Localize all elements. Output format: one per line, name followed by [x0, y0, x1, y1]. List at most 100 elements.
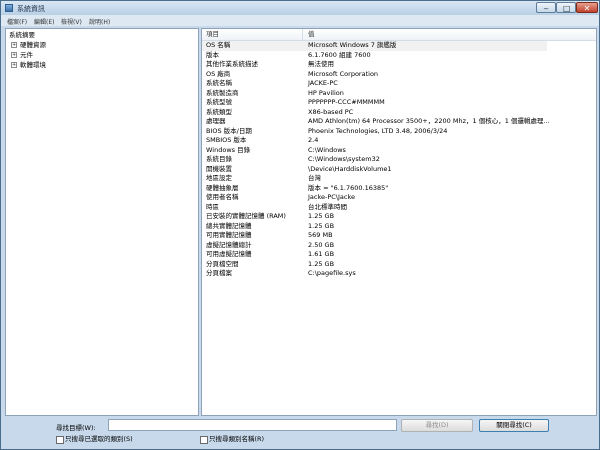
row-item-cell: 分頁檔案: [206, 269, 232, 277]
checkbox-box[interactable]: [200, 436, 208, 444]
table-row[interactable]: SMBIOS 版本 2.4: [202, 136, 596, 146]
table-row[interactable]: Windows 目錄 C:\Windows: [202, 146, 596, 156]
table-row[interactable]: 版本 6.1.7600 組建 7600: [202, 51, 596, 61]
table-row[interactable]: 系統目錄 C:\Windows\system32: [202, 155, 596, 165]
window-title: 系統資訊: [17, 5, 45, 13]
category-tree[interactable]: 系統摘要 + 硬體資源 + 元件 + 軟體環境: [5, 28, 199, 416]
table-row[interactable]: 系統型號 PPPPPPP-CCC#MMMMM: [202, 98, 596, 108]
table-row[interactable]: 總共實體記憶體 1.25 GB: [202, 222, 596, 232]
row-item-cell: 使用者名稱: [206, 193, 239, 201]
table-row[interactable]: 時區 台北標準時間: [202, 203, 596, 213]
close-find-button[interactable]: 關閉尋找(C): [479, 419, 549, 432]
row-item-cell: 版本: [206, 50, 219, 59]
row-item-cell: 系統目錄: [206, 155, 232, 163]
row-item-cell: 系統名稱: [206, 79, 232, 87]
checkbox-label: 只搜尋已選取的類別(S): [65, 435, 133, 443]
table-row[interactable]: 地區設定 台灣: [202, 174, 596, 184]
row-item-cell: 分頁檔空間: [206, 259, 239, 268]
table-row[interactable]: 分頁檔空間 1.25 GB: [202, 260, 596, 270]
column-header-item[interactable]: 項目: [206, 30, 219, 39]
row-value-cell: 1.25 GB: [308, 212, 335, 220]
tree-item-label: 軟體環境: [20, 61, 46, 69]
row-value-cell: 1.25 GB: [308, 259, 335, 268]
menu-help[interactable]: 說明(H): [89, 17, 110, 26]
menu-view[interactable]: 檢視(V): [61, 17, 82, 26]
row-item-cell: SMBIOS 版本: [206, 136, 247, 144]
row-value-cell: Microsoft Windows 7 旗艦版: [308, 41, 397, 49]
row-item-cell: 虛擬記憶體總計: [206, 240, 252, 249]
search-label: 尋找目標(W):: [56, 424, 96, 432]
close-button[interactable]: ✕: [576, 2, 598, 13]
row-value-cell: 1.61 GB: [308, 250, 335, 258]
table-header: 項目 值: [202, 29, 596, 41]
row-value-cell: C:\Windows\system32: [308, 155, 380, 163]
search-input[interactable]: [108, 419, 397, 431]
row-value-cell: Phoenix Technologies, LTD 3.48, 2006/3/2…: [308, 126, 448, 135]
checkbox-box[interactable]: [56, 436, 64, 444]
table-row[interactable]: 分頁檔案 C:\pagefile.sys: [202, 269, 596, 279]
expand-plus-icon[interactable]: +: [11, 42, 17, 48]
details-table: 項目 值 OS 名稱 Microsoft Windows 7 旗艦版 版本 6.1.7…: [201, 28, 597, 416]
row-item-cell: 系統製造商: [206, 88, 239, 97]
find-button[interactable]: 尋找(D): [401, 419, 473, 432]
system-information-window: 系統資訊 ‒ □ ✕ 檔案(F) 編輯(E) 檢視(V) 說明(H) 系統摘要 …: [0, 0, 600, 450]
row-value-cell: 569 MB: [308, 231, 333, 239]
find-panel: 尋找目標(W): 尋找(D) 關閉尋找(C) 只搜尋已選取的類別(S) 只搜尋類…: [1, 418, 599, 449]
table-row[interactable]: 可用虛擬記憶體 1.61 GB: [202, 250, 596, 260]
table-row[interactable]: 硬體抽象層 版本 = "6.1.7600.16385": [202, 184, 596, 194]
menu-bar: 檔案(F) 編輯(E) 檢視(V) 說明(H): [1, 15, 599, 26]
row-value-cell: JACKE-PC: [308, 79, 338, 87]
tree-item-label: 元件: [20, 51, 33, 59]
table-row[interactable]: BIOS 版本/日期 Phoenix Technologies, LTD 3.48…: [202, 127, 596, 137]
row-item-cell: OS 廠商: [206, 69, 231, 78]
minimize-button[interactable]: ‒: [536, 2, 556, 13]
table-row[interactable]: 使用者名稱 Jacke-PC\Jacke: [202, 193, 596, 203]
table-row[interactable]: 系統製造商 HP Pavilion: [202, 89, 596, 99]
row-item-cell: BIOS 版本/日期: [206, 126, 252, 135]
column-resize-handle[interactable]: [302, 29, 303, 40]
tree-item-label: 系統摘要: [9, 31, 35, 39]
table-row[interactable]: 系統名稱 JACKE-PC: [202, 79, 596, 89]
table-row[interactable]: 系統類型 X86-based PC: [202, 108, 596, 118]
expand-plus-icon[interactable]: +: [11, 52, 17, 58]
row-value-cell: AMD Athlon(tm) 64 Processor 3500+，2200 M…: [308, 117, 550, 125]
table-row[interactable]: OS 名稱 Microsoft Windows 7 旗艦版: [202, 41, 547, 51]
system-info-app-icon: [5, 4, 13, 12]
row-item-cell: 硬體抽象層: [206, 183, 239, 192]
row-value-cell: Jacke-PC\Jacke: [308, 193, 356, 201]
row-item-cell: 時區: [206, 202, 219, 211]
table-row[interactable]: 處理器 AMD Athlon(tm) 64 Processor 3500+，220…: [202, 117, 596, 127]
row-value-cell: X86-based PC: [308, 107, 354, 116]
row-value-cell: \Device\HarddiskVolume1: [308, 164, 392, 173]
menu-edit[interactable]: 編輯(E): [34, 17, 54, 26]
row-value-cell: 6.1.7600 組建 7600: [308, 50, 371, 59]
row-value-cell: 1.25 GB: [308, 221, 335, 230]
menu-file[interactable]: 檔案(F): [7, 17, 27, 26]
row-value-cell: C:\Windows: [308, 145, 346, 154]
row-value-cell: Microsoft Corporation: [308, 69, 379, 78]
row-value-cell: 2.50 GB: [308, 240, 335, 249]
row-item-cell: 處理器: [206, 117, 226, 125]
table-row[interactable]: 開機裝置 \Device\HarddiskVolume1: [202, 165, 596, 175]
title-bar[interactable]: 系統資訊 ‒ □ ✕: [1, 1, 599, 15]
row-item-cell: 總共實體記憶體: [206, 221, 252, 230]
table-row[interactable]: 可用實體記憶體 569 MB: [202, 231, 596, 241]
row-value-cell: 無法使用: [308, 60, 334, 68]
tree-item-system-summary[interactable]: 系統摘要: [9, 30, 35, 40]
row-value-cell: 2.4: [308, 136, 319, 144]
column-header-value[interactable]: 值: [308, 30, 315, 39]
row-value-cell: 版本 = "6.1.7600.16385": [308, 183, 389, 192]
row-item-cell: 系統類型: [206, 107, 232, 116]
table-row[interactable]: 其他作業系統描述 無法使用: [202, 60, 596, 70]
row-item-cell: 開機裝置: [206, 164, 232, 173]
table-row[interactable]: 已安裝的實體記憶體 (RAM) 1.25 GB: [202, 212, 596, 222]
row-item-cell: 可用實體記憶體: [206, 231, 252, 239]
row-item-cell: Windows 目錄: [206, 145, 251, 154]
row-item-cell: 系統型號: [206, 98, 232, 106]
tree-item-label: 硬體資源: [20, 41, 46, 49]
maximize-button[interactable]: □: [556, 2, 576, 13]
expand-plus-icon[interactable]: +: [11, 62, 17, 68]
table-row[interactable]: OS 廠商 Microsoft Corporation: [202, 70, 596, 80]
row-item-cell: 地區設定: [206, 174, 232, 182]
table-row[interactable]: 虛擬記憶體總計 2.50 GB: [202, 241, 596, 251]
